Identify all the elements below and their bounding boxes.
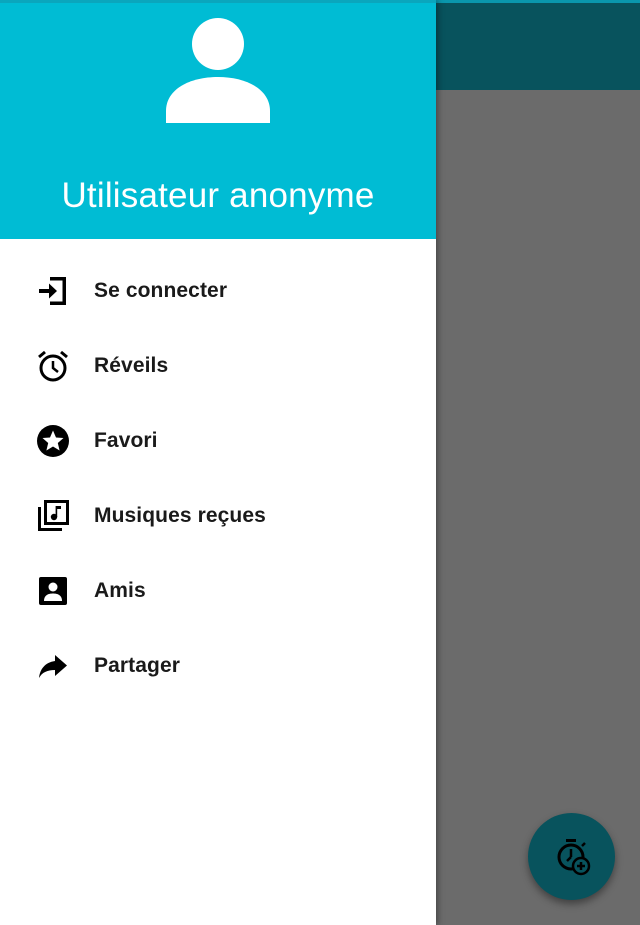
menu-item-share[interactable]: Partager xyxy=(0,628,436,703)
add-timer-fab[interactable] xyxy=(528,813,615,900)
share-icon xyxy=(39,654,67,678)
star-icon xyxy=(37,424,69,457)
menu-item-favorite[interactable]: Favori xyxy=(0,403,436,478)
menu-item-friends[interactable]: Amis xyxy=(0,553,436,628)
drawer-header: Utilisateur anonyme xyxy=(0,0,436,239)
menu-item-received-music[interactable]: Musiques reçues xyxy=(0,478,436,553)
menu-item-alarms[interactable]: Réveils xyxy=(0,328,436,403)
drawer-menu: Se connecter Réveils Favori Musiques reç… xyxy=(0,239,436,703)
person-icon xyxy=(166,18,270,123)
menu-item-label: Amis xyxy=(94,578,146,602)
alarm-icon xyxy=(38,350,68,381)
user-name: Utilisateur anonyme xyxy=(61,176,375,215)
music-library-icon xyxy=(38,499,69,531)
menu-item-label: Musiques reçues xyxy=(94,503,266,527)
contact-icon xyxy=(39,576,67,605)
menu-item-label: Réveils xyxy=(94,353,169,377)
navigation-drawer: Utilisateur anonyme Se connecter Réveils… xyxy=(0,0,436,925)
menu-item-label: Partager xyxy=(94,653,181,677)
screen: Utilisateur anonyme Se connecter Réveils… xyxy=(0,0,640,925)
add-alarm-timer-icon xyxy=(557,838,590,875)
menu-item-label: Se connecter xyxy=(94,278,228,302)
menu-item-label: Favori xyxy=(94,428,158,452)
menu-item-login[interactable]: Se connecter xyxy=(0,253,436,328)
login-icon xyxy=(39,276,66,305)
